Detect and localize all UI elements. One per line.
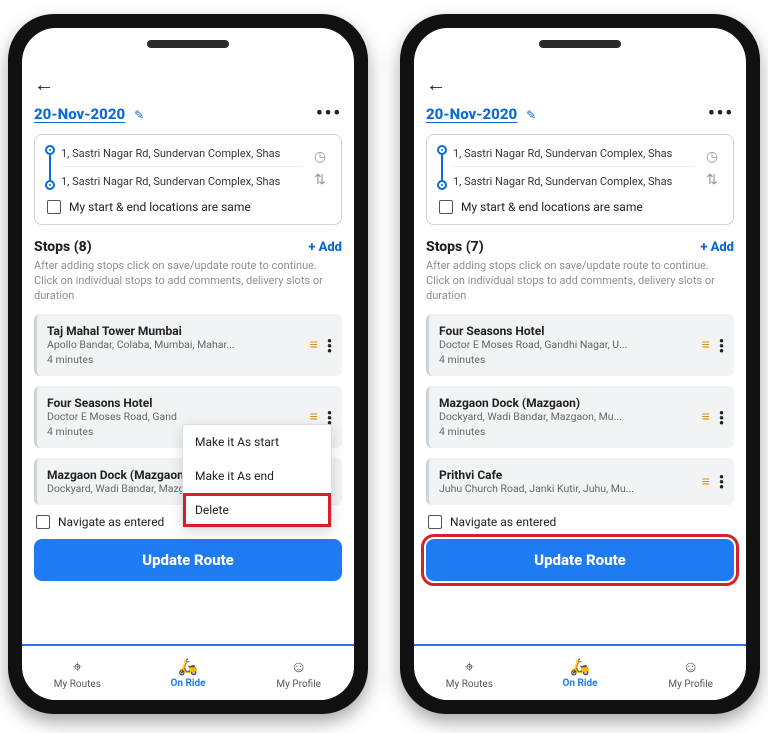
- date-header[interactable]: 20-Nov-2020 ✎: [34, 105, 144, 123]
- same-location-label: My start & end locations are same: [461, 200, 643, 214]
- route-start-dot-icon: [437, 145, 447, 155]
- stop-name: Four Seasons Hotel: [439, 324, 694, 338]
- stop-more-icon[interactable]: •••: [327, 410, 332, 424]
- pencil-icon[interactable]: ✎: [134, 108, 144, 122]
- stops-hint: After adding stops click on save/update …: [34, 259, 342, 304]
- stop-address: Dockyard, Wadi Bandar, Mazgaon, Mu...: [439, 410, 694, 423]
- drag-handle-icon[interactable]: ≡: [310, 336, 319, 353]
- stop-name: Taj Mahal Tower Mumbai: [47, 324, 302, 338]
- back-button[interactable]: ←: [426, 72, 734, 97]
- stop-more-icon[interactable]: •••: [719, 410, 724, 424]
- stop-duration: 4 minutes: [47, 353, 302, 366]
- bottom-nav: ⌖My Routes 🛵On Ride ☺My Profile: [22, 644, 354, 700]
- update-route-button[interactable]: Update Route: [34, 539, 342, 581]
- same-location-checkbox[interactable]: My start & end locations are same: [45, 200, 329, 214]
- back-button[interactable]: ←: [34, 72, 342, 97]
- stop-item[interactable]: Mazgaon Dock (Mazgaon) Dockyard, Wadi Ba…: [426, 386, 734, 448]
- profile-icon: ☺: [291, 657, 307, 677]
- stop-duration: 4 minutes: [439, 353, 694, 366]
- stop-name: Mazgaon Dock (Mazgaon): [439, 396, 694, 410]
- drag-handle-icon[interactable]: ≡: [702, 408, 711, 425]
- stop-more-icon[interactable]: •••: [719, 338, 724, 352]
- bottom-nav: ⌖My Routes 🛵On Ride ☺My Profile: [414, 644, 746, 700]
- tab-my-routes[interactable]: ⌖My Routes: [414, 646, 525, 700]
- menu-make-end[interactable]: Make it As end: [183, 459, 331, 493]
- clock-icon[interactable]: ◷: [703, 149, 721, 165]
- date-text: 20-Nov-2020: [426, 105, 517, 123]
- drag-handle-icon[interactable]: ≡: [702, 336, 711, 353]
- add-stop-button[interactable]: + Add: [700, 240, 734, 255]
- stops-header: Stops (7): [426, 239, 484, 255]
- stop-item[interactable]: Four Seasons Hotel Doctor E Moses Road, …: [426, 314, 734, 376]
- route-card: 1, Sastri Nagar Rd, Sundervan Complex, S…: [426, 134, 734, 225]
- tab-my-profile[interactable]: ☺My Profile: [243, 646, 354, 700]
- tab-on-ride[interactable]: 🛵On Ride: [525, 646, 636, 700]
- navigate-as-entered-label: Navigate as entered: [58, 515, 164, 529]
- route-end-dot-icon: [437, 180, 447, 190]
- drag-handle-icon[interactable]: ≡: [702, 473, 711, 490]
- stop-address: Doctor E Moses Road, Gand: [47, 410, 302, 423]
- screen: ← 20-Nov-2020 ✎ ••• 1, Sastri Nagar Rd,: [22, 28, 354, 700]
- route-end-dot-icon: [45, 180, 55, 190]
- tab-on-ride[interactable]: 🛵On Ride: [133, 646, 244, 700]
- swap-icon[interactable]: ⇅: [311, 172, 329, 188]
- stops-hint: After adding stops click on save/update …: [426, 259, 734, 304]
- stop-address: Juhu Church Road, Janki Kutir, Juhu, Mu.…: [439, 482, 694, 495]
- phone-frame: ← 20-Nov-2020 ✎ ••• 1, Sastri Nagar Rd,: [8, 14, 368, 714]
- ride-icon: 🛵: [178, 657, 198, 676]
- stop-name: Prithvi Cafe: [439, 468, 694, 482]
- start-address[interactable]: 1, Sastri Nagar Rd, Sundervan Complex, S…: [61, 147, 303, 167]
- screen: ← 20-Nov-2020 ✎ ••• 1, Sastri Nagar Rd,: [414, 28, 746, 700]
- swap-icon[interactable]: ⇅: [703, 172, 721, 188]
- date-text: 20-Nov-2020: [34, 105, 125, 123]
- route-connector-icon: [441, 155, 443, 180]
- route-connector-icon: [49, 155, 51, 180]
- checkbox-icon: [47, 200, 61, 214]
- stop-item[interactable]: Taj Mahal Tower Mumbai Apollo Bandar, Co…: [34, 314, 342, 376]
- pencil-icon[interactable]: ✎: [526, 108, 536, 122]
- stop-more-icon[interactable]: •••: [327, 338, 332, 352]
- stop-address: Doctor E Moses Road, Gandhi Nagar, U...: [439, 338, 694, 351]
- routes-icon: ⌖: [465, 657, 474, 677]
- tab-my-routes[interactable]: ⌖My Routes: [22, 646, 133, 700]
- menu-delete[interactable]: Delete: [183, 493, 331, 527]
- stop-more-icon[interactable]: •••: [719, 474, 724, 488]
- update-route-button[interactable]: Update Route: [426, 539, 734, 581]
- start-address[interactable]: 1, Sastri Nagar Rd, Sundervan Complex, S…: [453, 147, 695, 167]
- stop-context-menu: Make it As start Make it As end Delete: [182, 424, 332, 528]
- stop-duration: 4 minutes: [439, 425, 694, 438]
- profile-icon: ☺: [683, 657, 699, 677]
- stops-header: Stops (8): [34, 239, 92, 255]
- checkbox-icon: [439, 200, 453, 214]
- routes-icon: ⌖: [73, 657, 82, 677]
- drag-handle-icon[interactable]: ≡: [310, 408, 319, 425]
- end-address[interactable]: 1, Sastri Nagar Rd, Sundervan Complex, S…: [453, 171, 695, 188]
- navigate-as-entered-label: Navigate as entered: [450, 515, 556, 529]
- phone-frame: ← 20-Nov-2020 ✎ ••• 1, Sastri Nagar Rd,: [400, 14, 760, 714]
- more-menu-icon[interactable]: •••: [316, 103, 342, 124]
- ride-icon: 🛵: [570, 657, 590, 676]
- menu-make-start[interactable]: Make it As start: [183, 425, 331, 459]
- route-start-dot-icon: [45, 145, 55, 155]
- route-card: 1, Sastri Nagar Rd, Sundervan Complex, S…: [34, 134, 342, 225]
- stop-address: Apollo Bandar, Colaba, Mumbai, Mahar...: [47, 338, 302, 351]
- checkbox-icon: [36, 515, 50, 529]
- navigate-as-entered-checkbox[interactable]: Navigate as entered: [426, 515, 734, 529]
- more-menu-icon[interactable]: •••: [708, 103, 734, 124]
- end-address[interactable]: 1, Sastri Nagar Rd, Sundervan Complex, S…: [61, 171, 303, 188]
- stop-item[interactable]: Prithvi Cafe Juhu Church Road, Janki Kut…: [426, 458, 734, 505]
- date-header[interactable]: 20-Nov-2020 ✎: [426, 105, 536, 123]
- add-stop-button[interactable]: + Add: [308, 240, 342, 255]
- same-location-checkbox[interactable]: My start & end locations are same: [437, 200, 721, 214]
- checkbox-icon: [428, 515, 442, 529]
- stop-name: Four Seasons Hotel: [47, 396, 302, 410]
- tab-my-profile[interactable]: ☺My Profile: [635, 646, 746, 700]
- same-location-label: My start & end locations are same: [69, 200, 251, 214]
- clock-icon[interactable]: ◷: [311, 149, 329, 165]
